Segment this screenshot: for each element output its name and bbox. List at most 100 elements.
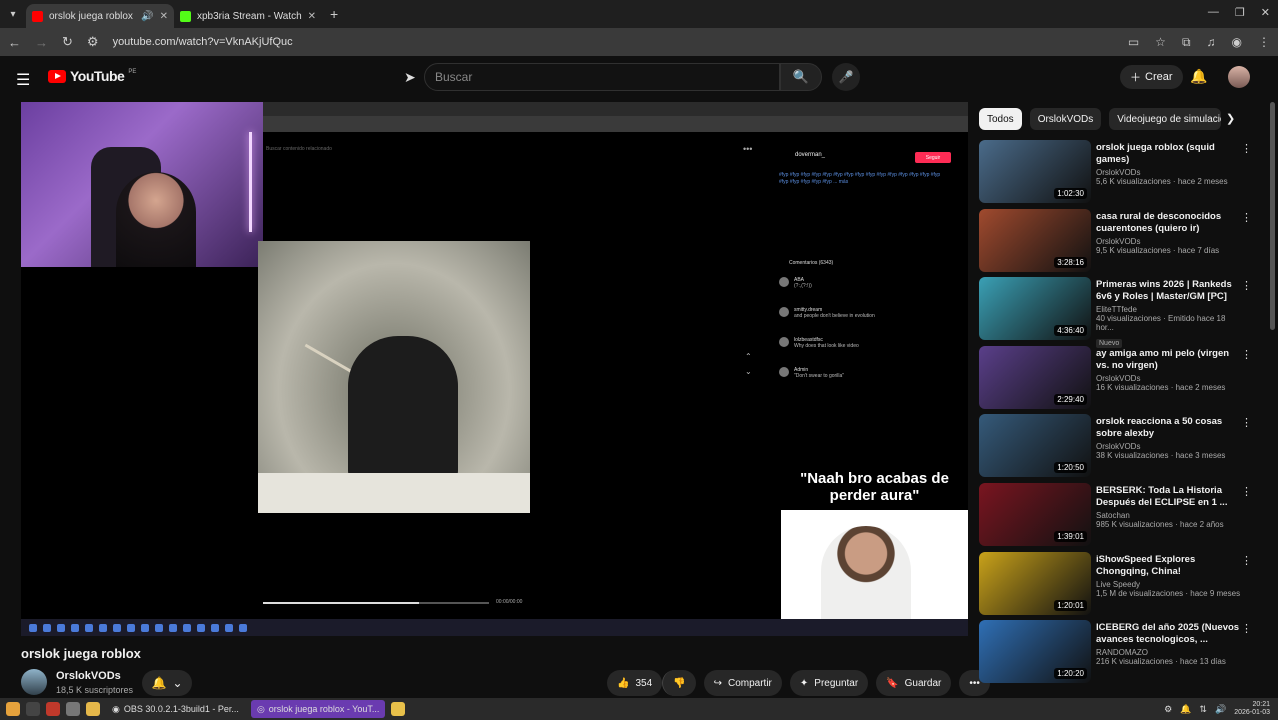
video-title[interactable]: BERSERK: Toda La Historia Después del EC… xyxy=(1096,485,1244,509)
video-thumbnail[interactable]: 1:20:20 xyxy=(979,620,1091,684)
more-options-icon[interactable]: ⋮ xyxy=(1241,416,1252,429)
inner-progress-bar[interactable] xyxy=(263,602,489,604)
more-options-icon[interactable]: ⋮ xyxy=(1241,142,1252,155)
recommendation-item[interactable]: 1:02:30 orslok juega roblox (squid games)… xyxy=(979,140,1269,209)
more-options-icon[interactable]: ⋮ xyxy=(1241,554,1252,567)
more-options-icon[interactable]: ⋮ xyxy=(1241,485,1252,498)
profile-icon[interactable]: ◉ xyxy=(1232,35,1242,50)
video-title[interactable]: orslok juega roblox (squid games) xyxy=(1096,142,1244,166)
browser-icon[interactable] xyxy=(46,702,60,716)
tab-search-icon[interactable]: ▾ xyxy=(0,0,26,28)
chevron-up-icon[interactable]: ⌃ xyxy=(745,352,752,361)
recommendation-item[interactable]: 1:20:01 iShowSpeed Explores Chongqing, Ch… xyxy=(979,551,1269,621)
more-options-icon[interactable]: ⋮ xyxy=(1241,348,1252,361)
channel-name[interactable]: OrslokVODs xyxy=(1096,374,1244,383)
bookmark-star-icon[interactable]: ☆ xyxy=(1155,35,1166,50)
browser-menu-icon[interactable]: ⋮ xyxy=(1258,35,1270,50)
account-avatar[interactable] xyxy=(1228,66,1250,88)
channel-name[interactable]: OrslokVODs xyxy=(56,670,121,682)
url-field[interactable]: youtube.com/watch?v=VknAKjUfQuc xyxy=(113,36,293,48)
recommendation-item[interactable]: 4:36:40 Primeras wins 2026 | Rankeds 6v6 … xyxy=(979,277,1269,349)
folder-icon[interactable] xyxy=(86,702,100,716)
media-icon[interactable]: ♫ xyxy=(1207,35,1216,50)
video-title[interactable]: iShowSpeed Explores Chongqing, China! xyxy=(1096,554,1244,578)
video-thumbnail[interactable]: 1:39:01 xyxy=(979,482,1091,546)
channel-avatar[interactable] xyxy=(21,669,47,695)
more-options-icon[interactable]: ⋮ xyxy=(1241,622,1252,635)
channel-name[interactable]: RANDOMAZO xyxy=(1096,648,1244,657)
recommendation-item[interactable]: 1:39:01 BERSERK: Toda La Historia Después… xyxy=(979,482,1269,552)
taskbar-obs[interactable]: ◉ OBS 30.0.2.1-3build1 - Per... xyxy=(106,700,245,718)
chip-all[interactable]: Todos xyxy=(979,108,1022,130)
close-tab-icon[interactable]: ✕ xyxy=(160,11,168,22)
notifications-icon[interactable]: 🔔 xyxy=(1190,68,1207,85)
recommendation-item[interactable]: 1:20:20 ICEBERG del año 2025 (Nuevos avan… xyxy=(979,620,1269,689)
youtube-logo[interactable]: YouTube PE xyxy=(48,68,136,84)
channel-name[interactable]: OrslokVODs xyxy=(1096,237,1244,246)
subscription-bell-button[interactable]: 🔔 ⌄ xyxy=(142,670,192,696)
volume-icon[interactable]: 🔊 xyxy=(1215,704,1226,715)
cast-icon[interactable]: ▭ xyxy=(1128,35,1139,50)
chip-simulation[interactable]: Videojuego de simulación xyxy=(1109,108,1222,130)
video-thumbnail[interactable]: 2:29:40 xyxy=(979,345,1091,409)
video-title[interactable]: ICEBERG del año 2025 (Nuevos avances tec… xyxy=(1096,622,1244,646)
more-options-icon[interactable]: ⋮ xyxy=(1241,211,1252,224)
ask-button[interactable]: ✦ Preguntar xyxy=(789,670,869,696)
channel-name[interactable]: Satochan xyxy=(1096,511,1244,520)
audio-icon[interactable]: 🔊 xyxy=(141,11,153,22)
more-options-icon[interactable]: ••• xyxy=(743,144,752,154)
tab-kick[interactable]: xpb3ria Stream - Watch Live ✕ xyxy=(174,4,322,28)
tab-youtube[interactable]: orslok juega roblox - You 🔊 ✕ xyxy=(26,4,174,28)
like-button[interactable]: 👍 354 xyxy=(607,670,663,696)
voice-search-button[interactable]: 🎤 xyxy=(832,63,860,91)
search-input[interactable]: Buscar xyxy=(424,63,780,91)
video-thumbnail[interactable]: 4:36:40 xyxy=(979,277,1091,341)
back-icon[interactable]: ← xyxy=(8,35,21,50)
close-window-icon[interactable]: ✕ xyxy=(1261,6,1270,19)
video-title[interactable]: ay amiga amo mi pelo (virgen vs. no virg… xyxy=(1096,348,1244,372)
dislike-button[interactable]: 👎 xyxy=(662,670,696,696)
forward-icon[interactable]: → xyxy=(35,35,48,50)
chip-channel[interactable]: OrslokVODs xyxy=(1029,108,1102,130)
site-info-icon[interactable]: ⚙ xyxy=(87,34,99,50)
video-title[interactable]: orslok reacciona a 50 cosas sobre alexby xyxy=(1096,416,1244,440)
start-menu-icon[interactable] xyxy=(6,702,20,716)
app-icon[interactable] xyxy=(391,702,406,716)
extensions-icon[interactable]: ⧉ xyxy=(1182,35,1191,50)
close-tab-icon[interactable]: ✕ xyxy=(308,11,316,22)
channel-name[interactable]: EliteTTfede xyxy=(1096,305,1244,314)
tray-icon[interactable]: ⚙ xyxy=(1164,704,1172,715)
video-thumbnail[interactable]: 1:20:50 xyxy=(979,414,1091,478)
menu-icon[interactable]: ☰ xyxy=(16,70,30,90)
maximize-icon[interactable]: ❐ xyxy=(1235,6,1245,19)
network-icon[interactable]: ⇅ xyxy=(1199,704,1207,715)
create-button[interactable]: ＋ Crear xyxy=(1120,65,1183,89)
reload-icon[interactable]: ↻ xyxy=(62,34,73,50)
video-thumbnail[interactable]: 3:28:16 xyxy=(979,208,1091,272)
clock[interactable]: 20:21 2026-01-03 xyxy=(1234,701,1270,717)
video-thumbnail[interactable]: 1:02:30 xyxy=(979,140,1091,203)
save-button[interactable]: 🔖 Guardar xyxy=(876,670,952,696)
recommendation-item[interactable]: 1:20:50 orslok reacciona a 50 cosas sobre… xyxy=(979,414,1269,483)
minimize-icon[interactable]: — xyxy=(1208,6,1219,19)
chevron-down-icon[interactable]: ⌄ xyxy=(745,367,752,376)
channel-name[interactable]: OrslokVODs xyxy=(1096,442,1244,451)
channel-name[interactable]: OrslokVODs xyxy=(1096,168,1244,177)
chevron-right-icon[interactable]: ❯ xyxy=(1226,112,1235,125)
notification-icon[interactable]: 🔔 xyxy=(1180,704,1191,715)
terminal-icon[interactable] xyxy=(26,702,40,716)
new-tab-button[interactable]: + xyxy=(330,6,338,22)
channel-name[interactable]: Live Speedy xyxy=(1096,580,1244,589)
video-thumbnail[interactable]: 1:20:01 xyxy=(979,551,1091,615)
search-button[interactable]: 🔍 xyxy=(780,63,822,91)
recommendation-item[interactable]: 2:29:40 ay amiga amo mi pelo (virgen vs. … xyxy=(979,345,1269,415)
video-title[interactable]: casa rural de desconocidos cuarentones (… xyxy=(1096,211,1244,235)
files-icon[interactable] xyxy=(66,702,80,716)
follow-button[interactable]: Seguir xyxy=(915,152,951,163)
taskbar-browser[interactable]: ◎ orslok juega roblox - YouT... xyxy=(250,700,386,718)
video-player[interactable]: Buscar contenido relacionado 00:00/00:00… xyxy=(21,102,968,636)
more-options-icon[interactable]: ⋮ xyxy=(1241,279,1252,292)
recommendation-item[interactable]: 3:28:16 casa rural de desconocidos cuaren… xyxy=(979,208,1269,278)
video-title[interactable]: Primeras wins 2026 | Rankeds 6v6 y Roles… xyxy=(1096,279,1244,303)
share-button[interactable]: ↪ Compartir xyxy=(703,670,782,696)
